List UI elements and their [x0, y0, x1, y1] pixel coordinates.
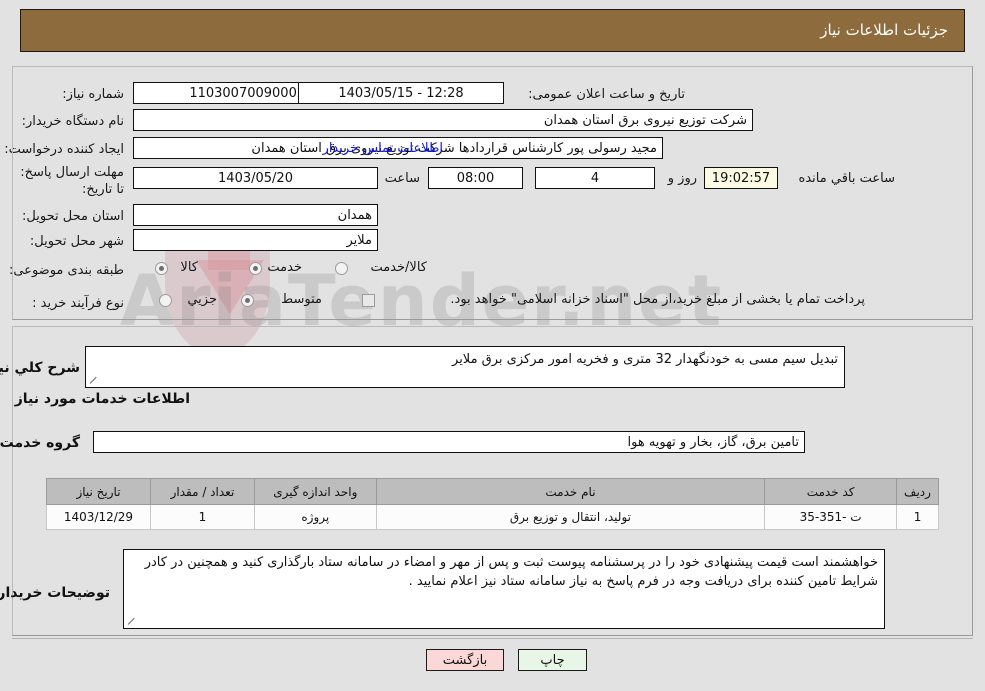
cell-service-code: ت -351-35: [764, 504, 898, 530]
treasury-checkbox[interactable]: [362, 294, 375, 307]
buyer-notes-textarea[interactable]: خواهشمند است قیمت پیشنهادی خود را در پرس…: [123, 549, 885, 629]
announce-datetime-value[interactable]: 12:28 - 1403/05/15: [298, 82, 504, 104]
deadline-date-value[interactable]: 1403/05/20: [133, 167, 378, 189]
cell-row-no: 1: [896, 504, 939, 530]
process-label-motevaset: متوسط: [281, 292, 322, 307]
services-table: ردیف کد خدمت نام خدمت واحد اندازه گیری ت…: [46, 478, 939, 530]
column-header-unit: واحد اندازه گیری: [253, 478, 377, 505]
days-remaining-value: 4: [535, 167, 655, 189]
process-label-jozei: جزیي: [187, 292, 217, 307]
services-section-heading: اطلاعات خدمات مورد نیاز: [14, 391, 190, 407]
category-radio-khedmat[interactable]: [249, 262, 262, 275]
description-textarea[interactable]: تبدیل سیم مسی به خودنگهدار 32 متری و فخر…: [85, 346, 845, 388]
category-label-khedmat: خدمت: [267, 260, 302, 275]
deadline-hour-value[interactable]: 08:00: [428, 167, 523, 189]
time-remaining-label: ساعت باقي مانده: [798, 171, 895, 186]
province-value[interactable]: همدان: [133, 204, 378, 226]
buyer-contact-link[interactable]: اطلاعات تماس خریدار: [323, 141, 443, 156]
column-header-need-date: تاریخ نیاز: [46, 478, 151, 505]
resize-grip-icon[interactable]: [89, 376, 99, 386]
buyer-org-value[interactable]: شرکت توزیع نیروی برق استان همدان: [133, 109, 753, 131]
treasury-checkbox-label: پرداخت تمام یا بخشی از مبلغ خرید،از محل …: [450, 292, 865, 307]
table-header-row: ردیف کد خدمت نام خدمت واحد اندازه گیری ت…: [46, 478, 939, 505]
need-info-panel: [12, 66, 973, 320]
process-radio-jozei[interactable]: [159, 294, 172, 307]
page-header-bar: جزئیات اطلاعات نیاز: [20, 9, 965, 52]
cell-service-name: تولید، انتقال و توزیع برق: [375, 504, 766, 530]
time-remaining-value: 19:02:57: [704, 167, 778, 189]
category-label-kala: کالا: [180, 260, 198, 275]
column-header-quantity: تعداد / مقدار: [150, 478, 255, 505]
deadline-hour-label: ساعت: [384, 171, 420, 186]
print-button[interactable]: چاپ: [518, 649, 587, 671]
table-row[interactable]: 1 ت -351-35 تولید، انتقال و توزیع برق پر…: [46, 504, 939, 530]
buyer-notes-value: خواهشمند است قیمت پیشنهادی خود را در پرس…: [144, 555, 878, 589]
cell-unit: پروژه: [253, 504, 377, 530]
notes-resize-grip-icon[interactable]: [127, 617, 137, 627]
footer-divider: [12, 638, 973, 639]
service-group-label: گروه خدمت:: [0, 435, 80, 451]
category-label-kala-khedmat: کالا/خدمت: [370, 260, 427, 275]
page-title: جزئیات اطلاعات نیاز: [820, 21, 948, 39]
buyer-notes-label: توضیحات خریدار:: [0, 585, 110, 601]
city-value[interactable]: ملایر: [133, 229, 378, 251]
column-header-service-code: کد خدمت: [764, 478, 898, 505]
category-radio-kala[interactable]: [155, 262, 168, 275]
cell-quantity: 1: [150, 504, 255, 530]
description-label: شرح کلي نیاز:: [0, 360, 80, 376]
process-radio-motevaset[interactable]: [241, 294, 254, 307]
description-value: تبدیل سیم مسی به خودنگهدار 32 متری و فخر…: [452, 352, 838, 367]
column-header-service-name: نام خدمت: [375, 478, 766, 505]
cell-need-date: 1403/12/29: [46, 504, 151, 530]
category-radio-kala-khedmat[interactable]: [335, 262, 348, 275]
days-unit-label: روز و: [667, 171, 697, 186]
back-button[interactable]: بازگشت: [426, 649, 504, 671]
service-group-value[interactable]: تامین برق، گاز، بخار و تهویه هوا: [93, 431, 805, 453]
column-header-row-no: ردیف: [896, 478, 939, 505]
